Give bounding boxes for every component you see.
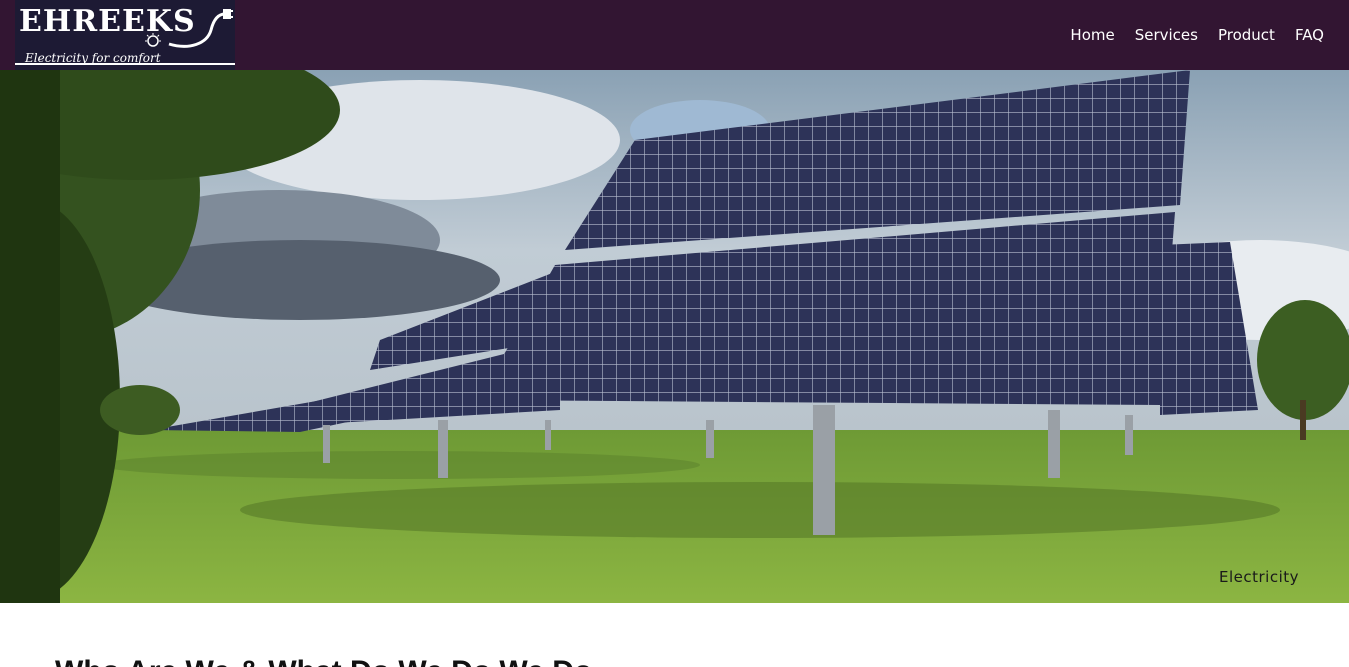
nav-faq[interactable]: FAQ (1295, 25, 1324, 45)
section-heading: Who Are We & What Do We Do We Do (55, 655, 592, 667)
hero-caption: Electricity (1218, 568, 1299, 586)
plug-icon (168, 9, 233, 48)
hero-banner: Electricity (0, 70, 1349, 603)
main-nav: Home Services Product FAQ (1070, 25, 1324, 45)
hero-image (0, 70, 1349, 603)
brand-logo[interactable]: Ehreeks Electricity for comfort (15, 0, 235, 70)
nav-home[interactable]: Home (1070, 25, 1114, 45)
navbar: Ehreeks Electricity for comfort Home Ser… (0, 0, 1349, 70)
nav-services[interactable]: Services (1135, 25, 1198, 45)
lightbulb-icon (145, 33, 161, 47)
logo-divider (15, 63, 235, 65)
nav-product[interactable]: Product (1218, 25, 1275, 45)
